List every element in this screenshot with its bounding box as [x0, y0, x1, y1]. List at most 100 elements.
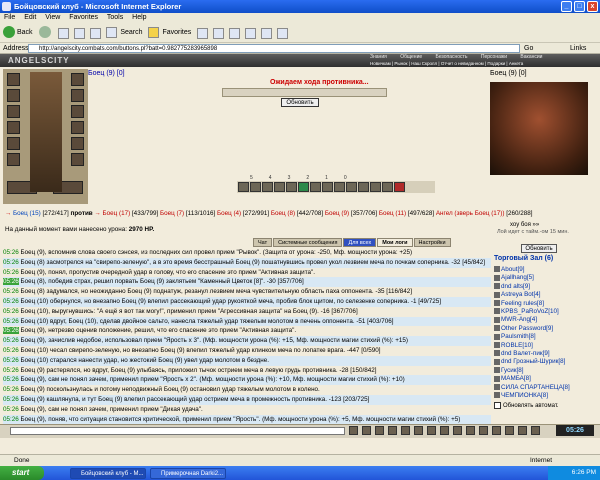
player-list-item[interactable]: Ajallhang[5] [494, 274, 534, 281]
player-list-item[interactable]: dnd Валет-пик[9] [494, 350, 550, 357]
inventory-icon[interactable] [453, 426, 462, 435]
player-name[interactable]: Astreya Bot[4] [501, 291, 541, 298]
player-list-item[interactable]: Гусик[8] [494, 367, 524, 374]
player-list-item[interactable]: Other Password[9] [494, 325, 553, 332]
taskbar-item-ie[interactable]: Бойцовский клуб - M... [70, 468, 146, 479]
menu-help[interactable]: Help [132, 14, 146, 21]
auto-update-checkbox[interactable]: Обновлять автомат. [494, 402, 559, 409]
player-list-item[interactable]: СИЛА СПАРТАНЕЦА[8] [494, 384, 570, 391]
clear-icon[interactable] [375, 426, 384, 435]
send-icon[interactable] [349, 426, 358, 435]
bracer-slot[interactable] [71, 153, 84, 166]
skill-icon[interactable] [322, 182, 333, 192]
player-name[interactable]: dnd Грозный-Шурик[8] [501, 358, 565, 365]
favorites-button[interactable]: Favorites [148, 23, 191, 43]
url-input[interactable]: http://angelscity.combats.com/buttons.pl… [28, 44, 520, 53]
exit-game-icon[interactable] [531, 426, 540, 435]
player-left-name[interactable]: Боец (9) [0] [88, 70, 125, 77]
player-list-item[interactable]: Feeling rules[8] [494, 300, 544, 307]
player-name[interactable]: СИЛА СПАРТАНЕЦА[8] [501, 384, 570, 391]
print-icon[interactable] [229, 27, 241, 39]
player-name[interactable]: KPBS_PaRoVoZ[10] [501, 308, 559, 315]
history-icon[interactable] [197, 27, 209, 39]
player-name[interactable]: Other Password[9] [501, 325, 553, 332]
forward-button[interactable] [38, 23, 53, 43]
scroll-icon[interactable] [414, 426, 423, 435]
menu-tools[interactable]: Tools [107, 14, 123, 21]
game-nav-sub[interactable]: Новичкам | Рынок | Наш Скролл | Отчет о … [370, 61, 600, 66]
back-button[interactable]: Back [3, 23, 33, 43]
nav-characters[interactable]: Персонажи [481, 54, 507, 60]
tab-settings[interactable]: Настройки [413, 238, 451, 247]
amulet-slot[interactable] [7, 89, 20, 102]
tab-all[interactable]: Для всех [343, 238, 377, 247]
skill-icon[interactable] [358, 182, 369, 192]
map-icon[interactable] [440, 426, 449, 435]
boots-slot[interactable] [71, 137, 84, 150]
nav-chat[interactable]: Общение [400, 54, 422, 60]
shield-slot[interactable] [71, 105, 84, 118]
player-name[interactable]: Ajallhang[5] [501, 274, 534, 281]
skill-icon[interactable] [262, 182, 273, 192]
player-list-item[interactable]: dnd alts[9] [494, 283, 530, 290]
player-list-item[interactable]: KPBS_PaRoVoZ[10] [494, 308, 559, 315]
nav-knowledge[interactable]: Знания [370, 54, 387, 60]
chat-input[interactable] [10, 427, 345, 435]
player-name[interactable]: МАМБА[8] [501, 375, 531, 382]
mail-icon[interactable] [213, 27, 225, 39]
sound-icon[interactable] [427, 426, 436, 435]
menu-file[interactable]: File [4, 14, 15, 21]
battle-log-link[interactable]: хоу боя »» [510, 222, 539, 228]
friends-icon[interactable] [492, 426, 501, 435]
start-button[interactable]: start [0, 466, 44, 480]
translit-icon[interactable] [401, 426, 410, 435]
nav-security[interactable]: Безопасность [436, 54, 468, 60]
refresh-button[interactable]: Обновить [281, 98, 319, 107]
player-name[interactable]: ROBLE[10] [501, 342, 533, 349]
stop-icon[interactable] [58, 27, 70, 39]
player-name[interactable]: Feeling rules[8] [501, 300, 544, 307]
edit-icon[interactable] [245, 27, 257, 39]
tab-my-logs[interactable]: Мои логи [377, 238, 413, 247]
armor-slot[interactable] [7, 121, 20, 134]
links-button[interactable]: Links [570, 44, 586, 53]
tab-system[interactable]: Системные сообщения [273, 238, 343, 247]
maximize-button[interactable]: □ [574, 1, 585, 12]
close-button[interactable]: x [587, 1, 598, 12]
checkbox-box[interactable] [494, 402, 501, 409]
help-game-icon[interactable] [518, 426, 527, 435]
player-right-name[interactable]: Боец (9) [0] [490, 70, 527, 77]
player-name[interactable]: ЧЕМПИОНКА[8] [501, 392, 548, 399]
player-list-item[interactable]: About[9] [494, 266, 524, 273]
taskbar-item-fitting[interactable]: Примерочная Darki2... [150, 468, 226, 479]
filter-icon[interactable] [388, 426, 397, 435]
player-name[interactable]: MWR-Ang[4] [501, 316, 537, 323]
research-icon[interactable] [276, 27, 288, 39]
tab-chat[interactable]: Чат [253, 238, 273, 247]
player-name[interactable]: dnd Валет-пик[9] [501, 350, 550, 357]
mail-game-icon[interactable] [479, 426, 488, 435]
player-name[interactable]: dnd alts[9] [501, 283, 530, 290]
skill-icon[interactable] [274, 182, 285, 192]
legs-slot[interactable] [71, 121, 84, 134]
nav-vacancies[interactable]: Вакансии [520, 54, 542, 60]
weapon-slot[interactable] [7, 105, 20, 118]
player-name[interactable]: About[9] [501, 266, 524, 273]
home-icon[interactable] [90, 27, 102, 39]
skill-icon[interactable] [298, 182, 309, 192]
skill-icon[interactable] [286, 182, 297, 192]
player-list-item[interactable]: МАМБА[8] [494, 375, 531, 382]
skill-icon[interactable] [370, 182, 381, 192]
skill-icon[interactable] [238, 182, 249, 192]
minimize-button[interactable]: _ [561, 1, 572, 12]
skill-icon[interactable] [346, 182, 357, 192]
player-list-item[interactable]: ROBLE[10] [494, 342, 533, 349]
team-left-fighter[interactable]: Боец (15) [13, 210, 41, 217]
player-list-item[interactable]: dnd Грозный-Шурик[8] [494, 358, 565, 365]
skill-icon[interactable] [310, 182, 321, 192]
refresh-icon[interactable] [74, 27, 86, 39]
update-list-button[interactable]: Обновить [521, 244, 557, 253]
skill-icon[interactable] [334, 182, 345, 192]
earring-slot[interactable] [71, 73, 84, 86]
player-name[interactable]: Paulsmith[8] [501, 333, 536, 340]
